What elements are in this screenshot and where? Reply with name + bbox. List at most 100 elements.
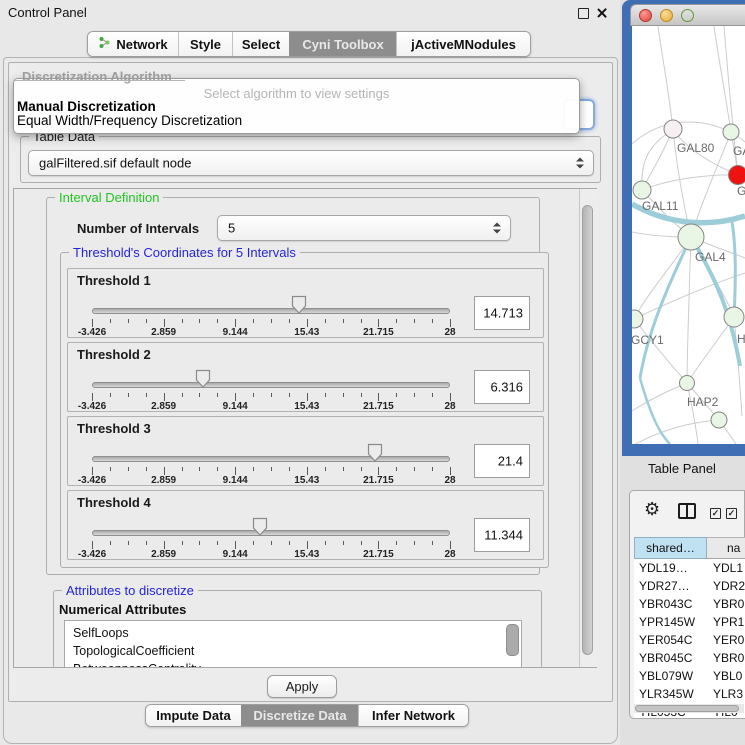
slider-track[interactable]: [92, 308, 450, 314]
slider-tick: [164, 541, 165, 549]
slider-tick: [164, 319, 165, 327]
table-row[interactable]: YER054CYER0: [634, 631, 745, 649]
algorithm-option-2[interactable]: Equal Width/Frequency Discretization: [17, 114, 576, 128]
cell-shared-name: YBR043C: [634, 595, 707, 613]
network-node[interactable]: [723, 124, 739, 140]
gear-icon[interactable]: ⚙: [644, 501, 660, 519]
viewport-scrollbar-thumb[interactable]: [582, 205, 593, 655]
cell-shared-name: YBL079W: [634, 667, 707, 685]
table-row[interactable]: YDR27…YDR2: [634, 577, 745, 595]
column-header-name[interactable]: na: [707, 537, 745, 559]
network-node[interactable]: [664, 120, 682, 138]
cell-shared-name: YER054C: [634, 631, 707, 649]
slider-tick: [92, 319, 93, 327]
group-border-line: [15, 80, 185, 81]
apply-button[interactable]: Apply: [267, 675, 337, 698]
tab-label: Select: [242, 37, 280, 52]
split-columns-icon[interactable]: [678, 503, 696, 519]
zoom-traffic-light[interactable]: [681, 9, 694, 22]
float-panel-icon[interactable]: [578, 8, 589, 19]
table-hscrollbar-thumb[interactable]: [635, 705, 739, 712]
threshold-value-field[interactable]: 11.344: [474, 518, 530, 552]
slider-thumb[interactable]: [291, 295, 307, 314]
table-data-combobox[interactable]: galFiltered.sif default node: [28, 150, 594, 176]
network-edge: [687, 237, 691, 383]
attribute-list-item[interactable]: BetweennessCentrality: [65, 660, 521, 668]
column-header-shared-name[interactable]: shared…: [634, 537, 707, 559]
threshold-value-field[interactable]: 14.713: [474, 296, 530, 330]
slider-tick: [110, 541, 111, 545]
slider-tick: [271, 467, 272, 471]
attributes-list-scrollbar[interactable]: [506, 624, 519, 656]
tab-label: jActiveMNodules: [411, 37, 516, 52]
table-row[interactable]: YDL19…YDL1: [634, 559, 745, 577]
slider-tick: [361, 541, 362, 545]
tab-jactivemnodules[interactable]: jActiveMNodules: [396, 32, 530, 56]
slider-tick: [361, 467, 362, 471]
threshold-panel-2: Threshold 2-3.4262.8599.14415.4321.71528…: [67, 342, 544, 412]
tick-label: 28: [427, 327, 473, 338]
slider-thumb[interactable]: [252, 517, 268, 536]
stepper-arrows-icon: [576, 158, 584, 169]
checkbox-icon[interactable]: ✓: [726, 508, 737, 519]
slider-thumb[interactable]: [367, 443, 383, 462]
slider-thumb[interactable]: [195, 369, 211, 388]
tab-select[interactable]: Select: [232, 32, 289, 56]
numerical-attributes-heading: Numerical Attributes: [59, 602, 186, 617]
table-row[interactable]: YBR045CYBR0: [634, 649, 745, 667]
slider-tick: [361, 319, 362, 323]
tick-label: 28: [427, 475, 473, 486]
table-row[interactable]: YPR145WYPR1: [634, 613, 745, 631]
node-label: GAL80: [677, 141, 715, 155]
slider-tick: [432, 467, 433, 471]
algorithm-option-1[interactable]: Manual Discretization: [17, 100, 576, 114]
slider-track[interactable]: [92, 382, 450, 388]
network-node[interactable]: [724, 307, 744, 327]
table-hscrollbar-track[interactable]: [634, 704, 744, 713]
network-edge: [658, 26, 673, 129]
slider-track[interactable]: [92, 530, 450, 536]
tick-label: 15.43: [284, 401, 330, 412]
tab-impute-data[interactable]: Impute Data: [146, 705, 241, 726]
network-node[interactable]: [632, 310, 643, 328]
network-window-titlebar[interactable]: [630, 4, 745, 26]
cell-shared-name: YBR045C: [634, 649, 707, 667]
tick-label: 9.144: [212, 401, 258, 412]
slider-tick: [199, 319, 200, 323]
threshold-panel-3: Threshold 3-3.4262.8599.14415.4321.71528…: [67, 416, 544, 486]
cell-name: YDR2: [707, 577, 745, 595]
network-edge: [687, 317, 734, 383]
threshold-value-field[interactable]: 6.316: [474, 370, 530, 404]
tab-label: Cyni Toolbox: [302, 37, 383, 52]
minimize-traffic-light[interactable]: [660, 9, 673, 22]
table-row[interactable]: YBR043CYBR0: [634, 595, 745, 613]
attribute-list-item[interactable]: TopologicalCoefficient: [65, 642, 521, 660]
threshold-value-field[interactable]: 21.4: [474, 444, 530, 478]
network-icon: [98, 36, 111, 52]
num-intervals-stepper[interactable]: 5: [217, 215, 511, 241]
network-node[interactable]: [680, 376, 695, 391]
node-table: shared… na YDL19…YDL1YDR27…YDR2YBR043CYB…: [634, 537, 745, 718]
tab-cyni-toolbox[interactable]: Cyni Toolbox: [289, 32, 396, 56]
slider-track[interactable]: [92, 456, 450, 462]
attributes-list[interactable]: SelfLoopsTopologicalCoefficientBetweenne…: [64, 620, 522, 668]
tab-infer-network[interactable]: Infer Network: [358, 705, 468, 726]
settings-scroll-viewport: Interval Definition Number of Intervals …: [13, 188, 597, 668]
checkbox-icon[interactable]: ✓: [710, 508, 721, 519]
slider-tick: [289, 467, 290, 471]
network-node[interactable]: [729, 166, 745, 185]
slider-tick: [414, 319, 415, 323]
tab-style[interactable]: Style: [178, 32, 232, 56]
table-row[interactable]: YBL079WYBL0: [634, 667, 745, 685]
tab-label: Impute Data: [156, 708, 230, 723]
close-icon[interactable]: [596, 7, 608, 19]
network-canvas[interactable]: GAL80GAGAL11GGAL4GCY1HHAP2: [632, 26, 745, 444]
tab-discretize-data[interactable]: Discretize Data: [241, 705, 358, 726]
network-node[interactable]: [711, 412, 727, 428]
close-traffic-light[interactable]: [639, 9, 652, 22]
table-row[interactable]: YLR345WYLR3: [634, 685, 745, 703]
tab-network[interactable]: Network: [88, 32, 178, 56]
network-node[interactable]: [678, 224, 704, 250]
attribute-list-item[interactable]: SelfLoops: [65, 624, 521, 642]
network-node[interactable]: [633, 181, 651, 199]
